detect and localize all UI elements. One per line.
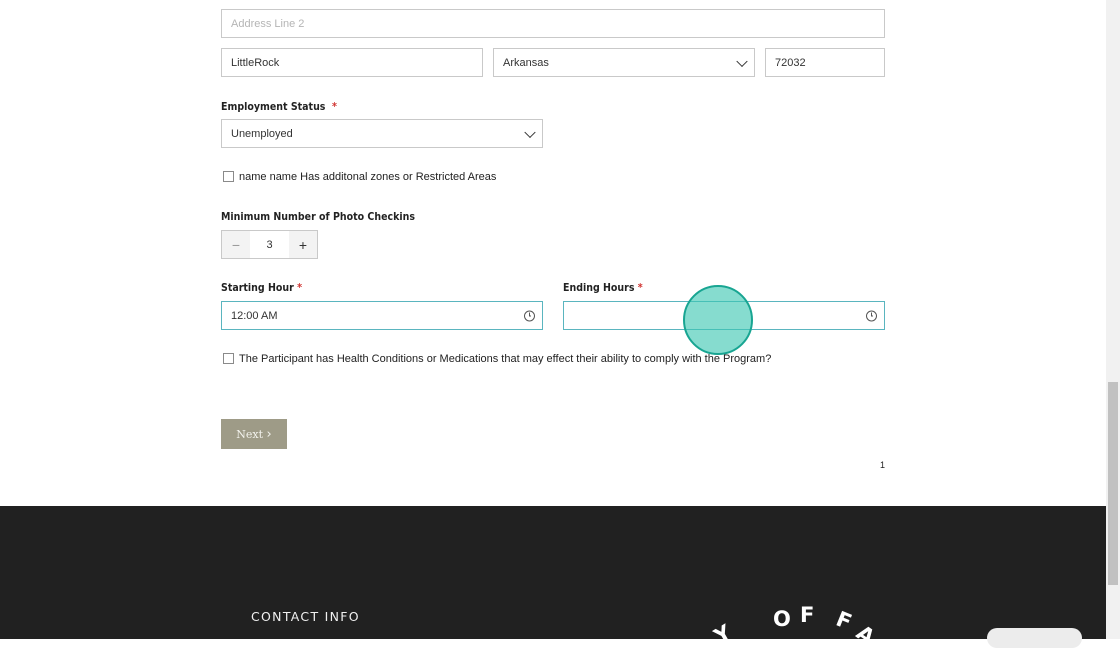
ending-hours-label: Ending Hours *	[563, 280, 643, 294]
logo-letter: O	[773, 607, 791, 631]
starting-hour-label: Starting Hour *	[221, 280, 303, 294]
logo-letter: F	[800, 603, 814, 627]
health-checkbox-label: The Participant has Health Conditions or…	[239, 353, 772, 365]
state-value: Arkansas	[503, 56, 549, 69]
city-input[interactable]: LittleRock	[221, 48, 483, 77]
footer-logo: Y O F F A	[709, 603, 879, 648]
ending-hours-label-row: Ending Hours *	[563, 279, 656, 295]
touch-indicator	[683, 285, 753, 355]
required-mark: *	[297, 280, 303, 294]
photo-checkins-stepper[interactable]: − 3 +	[221, 230, 318, 259]
next-button-label: Next	[236, 427, 264, 441]
city-value: LittleRock	[231, 56, 280, 69]
footer: CONTACT INFO Y O F F A	[0, 506, 1106, 648]
zip-input[interactable]: 72032	[765, 48, 885, 77]
state-select[interactable]: Arkansas	[493, 48, 755, 77]
photo-checkins-value[interactable]: 3	[250, 231, 289, 258]
employment-status-value: Unemployed	[231, 127, 293, 140]
scrollbar-thumb[interactable]	[1108, 382, 1118, 585]
plus-icon[interactable]: +	[289, 231, 317, 258]
next-button[interactable]: Next ›	[221, 419, 287, 449]
chevron-down-icon	[524, 126, 536, 138]
required-mark: *	[332, 99, 337, 113]
logo-letter: F	[833, 607, 855, 635]
address-line2-input[interactable]: Address Line 2	[221, 9, 885, 38]
chevron-down-icon	[736, 55, 748, 67]
zones-checkbox-label: name name Has additonal zones or Restric…	[239, 171, 497, 183]
zip-value: 72032	[775, 56, 806, 69]
contact-info-heading: CONTACT INFO	[251, 609, 360, 624]
address-line2-placeholder: Address Line 2	[231, 17, 305, 30]
clock-icon[interactable]	[524, 310, 535, 321]
photo-checkins-label: Minimum Number of Photo Checkins	[221, 209, 416, 223]
health-checkbox[interactable]	[223, 353, 234, 364]
required-mark: *	[637, 280, 643, 294]
logo-letter: Y	[709, 620, 736, 648]
zones-checkbox[interactable]	[223, 171, 234, 182]
chat-widget-button[interactable]	[987, 628, 1082, 648]
logo-letter: A	[852, 620, 880, 648]
chevron-right-icon: ›	[266, 426, 272, 442]
photo-checkins-label-row: Minimum Number of Photo Checkins	[221, 208, 447, 224]
starting-hour-label-row: Starting Hour *	[221, 279, 315, 295]
employment-status-select[interactable]: Unemployed	[221, 119, 543, 148]
minus-icon[interactable]: −	[222, 231, 250, 258]
employment-status-label-row: Employment Status *	[221, 98, 356, 114]
clock-icon[interactable]	[866, 310, 877, 321]
page-number: 1	[879, 460, 885, 470]
starting-hour-value: 12:00 AM	[231, 309, 278, 322]
starting-hour-input[interactable]: 12:00 AM	[221, 301, 543, 330]
employment-status-label: Employment Status *	[221, 99, 337, 113]
